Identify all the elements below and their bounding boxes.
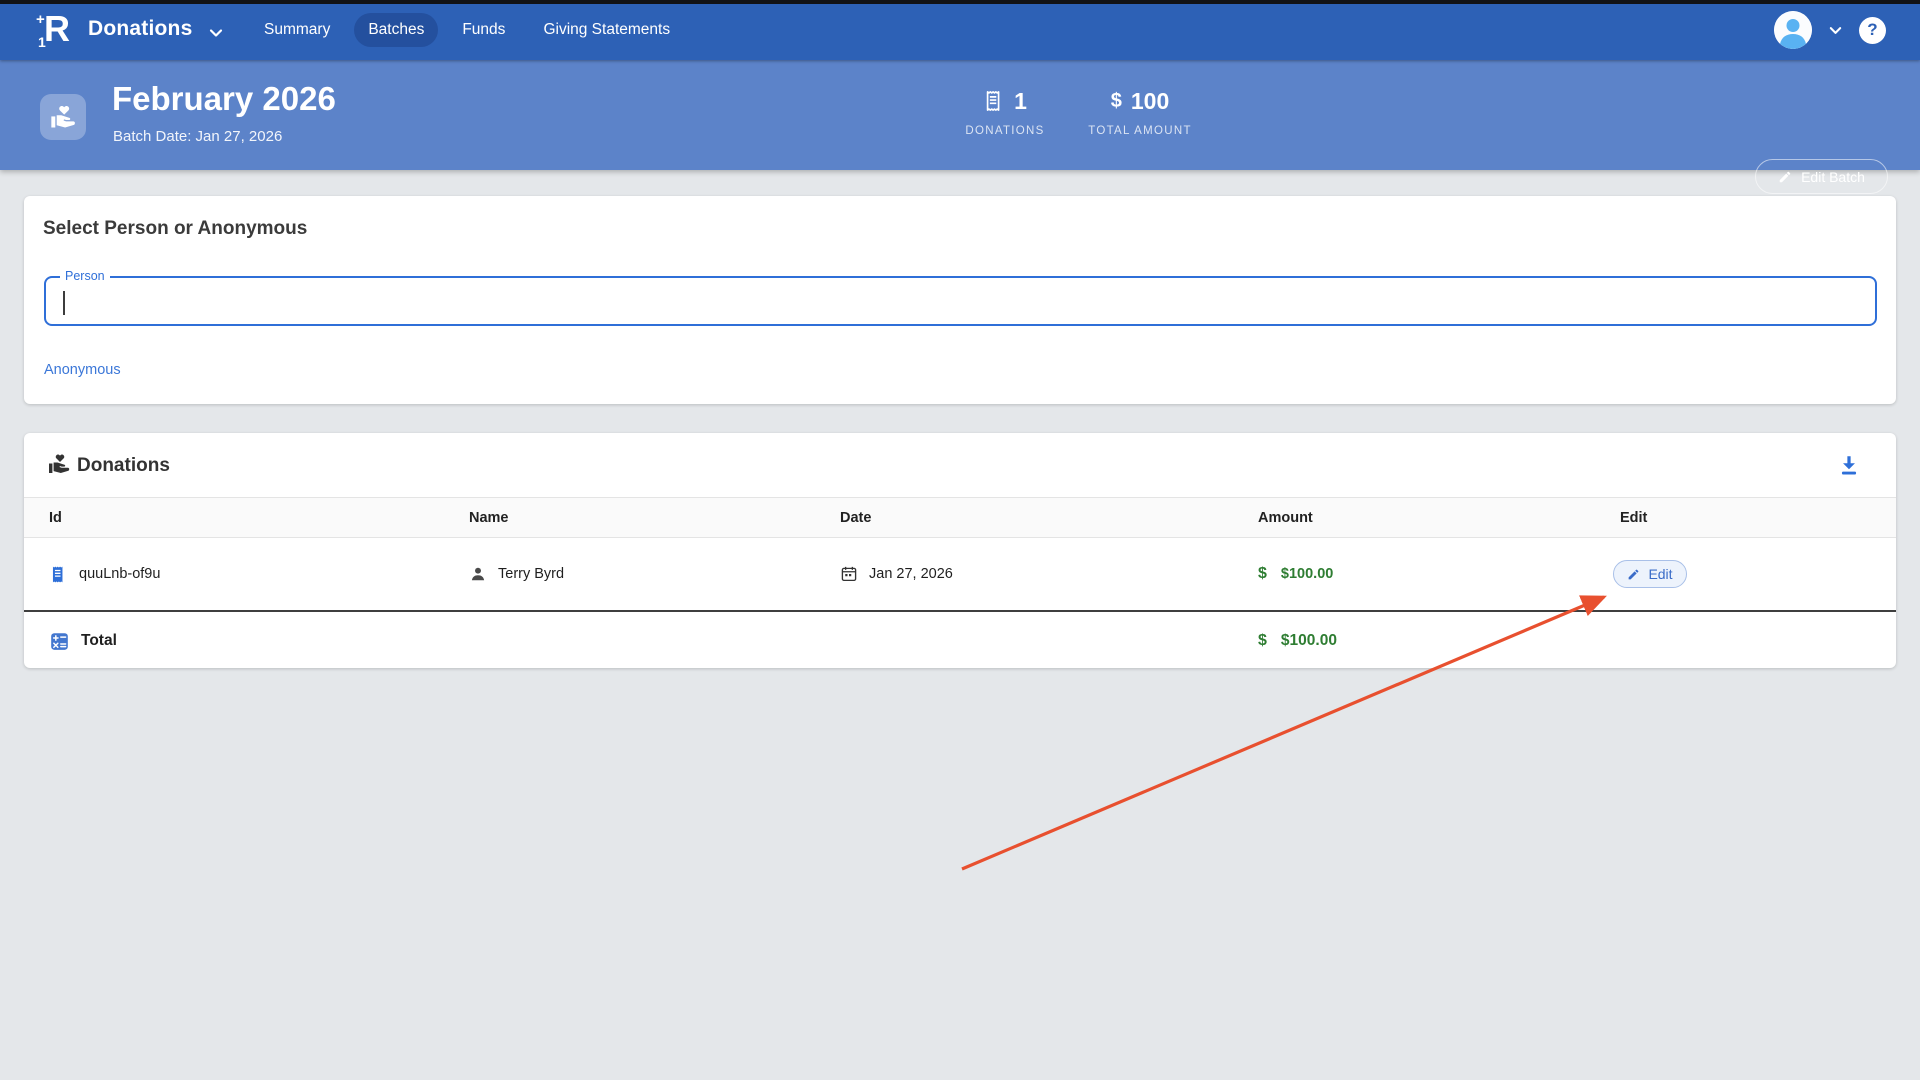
- tab-batches[interactable]: Batches: [354, 13, 438, 47]
- name-cell: Terry Byrd: [469, 565, 840, 583]
- stat-donations: 1 DONATIONS: [950, 86, 1060, 137]
- donation-id: quuLnb-of9u: [79, 566, 160, 582]
- app-title[interactable]: Donations: [88, 17, 192, 41]
- edit-batch-label: Edit Batch: [1801, 169, 1865, 185]
- donor-name: Terry Byrd: [498, 566, 564, 582]
- total-amount-cell: $ $100.00: [1258, 632, 1620, 650]
- batch-date: Batch Date: Jan 27, 2026: [113, 128, 282, 145]
- pencil-icon: [1778, 170, 1792, 184]
- stat-total-label: TOTAL AMOUNT: [1070, 125, 1210, 137]
- top-navbar: + R 1 Donations Summary Batches Funds Gi…: [0, 0, 1920, 60]
- dollar-icon: $: [1111, 90, 1122, 113]
- table-row[interactable]: quuLnb-of9u Terry Byrd Jan 27, 2026 $: [24, 538, 1896, 612]
- tab-summary[interactable]: Summary: [250, 13, 344, 47]
- avatar[interactable]: [1774, 11, 1812, 49]
- total-label-cell: Total: [49, 631, 469, 652]
- batch-title: February 2026: [112, 80, 336, 118]
- download-icon[interactable]: [1836, 453, 1862, 479]
- page: + R 1 Donations Summary Batches Funds Gi…: [0, 0, 1920, 1080]
- pencil-icon: [1627, 568, 1640, 581]
- edit-cell: Edit: [1620, 560, 1896, 588]
- person-icon: [469, 565, 487, 583]
- chevron-down-icon[interactable]: [1828, 23, 1843, 38]
- dollar-icon: $: [1258, 632, 1267, 650]
- amount-cell: $ $100.00: [1258, 565, 1620, 583]
- person-input[interactable]: [46, 278, 1875, 324]
- anonymous-link[interactable]: Anonymous: [44, 362, 121, 378]
- stat-donations-value: 1: [1014, 88, 1027, 115]
- table-header-row: Id Name Date Amount Edit: [24, 497, 1896, 538]
- col-header-name[interactable]: Name: [469, 510, 840, 526]
- dollar-icon: $: [1258, 565, 1267, 583]
- stat-total-value: 100: [1131, 88, 1169, 115]
- stat-donations-label: DONATIONS: [950, 125, 1060, 137]
- row-edit-button[interactable]: Edit: [1613, 560, 1687, 588]
- col-header-edit: Edit: [1620, 510, 1896, 526]
- donation-hand-heart-icon: [40, 94, 86, 140]
- date-cell: Jan 27, 2026: [840, 565, 1258, 583]
- receipt-icon: [983, 90, 1005, 112]
- select-card-title: Select Person or Anonymous: [43, 218, 307, 240]
- donations-card-header: Donations: [24, 433, 1896, 497]
- batch-header: February 2026 Batch Date: Jan 27, 2026 1…: [0, 60, 1920, 170]
- calculator-icon: [49, 631, 70, 652]
- donation-hand-heart-icon: [47, 452, 71, 476]
- select-person-card: Select Person or Anonymous Person Anonym…: [24, 196, 1896, 404]
- window-top-edge: [0, 0, 1920, 4]
- chevron-down-icon[interactable]: [208, 25, 224, 41]
- col-header-amount[interactable]: Amount: [1258, 510, 1620, 526]
- col-header-date[interactable]: Date: [840, 510, 1258, 526]
- tab-giving-statements[interactable]: Giving Statements: [529, 13, 684, 47]
- table-total-row: Total $ $100.00: [24, 614, 1896, 668]
- row-edit-label: Edit: [1648, 566, 1672, 582]
- total-amount: $100.00: [1281, 632, 1337, 650]
- edit-batch-button[interactable]: Edit Batch: [1755, 159, 1888, 194]
- stat-total-amount: $ 100 TOTAL AMOUNT: [1070, 86, 1210, 137]
- donations-card: Donations Id Name Date Amount Edit quuLn…: [24, 433, 1896, 668]
- calendar-icon: [840, 565, 858, 583]
- donation-date: Jan 27, 2026: [869, 566, 953, 582]
- logo-number: 1: [38, 34, 46, 50]
- id-cell: quuLnb-of9u: [49, 565, 469, 584]
- receipt-icon: [49, 565, 68, 584]
- person-input-wrapper: Person: [44, 276, 1877, 326]
- total-label: Total: [81, 632, 117, 650]
- nav-tabs: Summary Batches Funds Giving Statements: [250, 0, 684, 60]
- navbar-right-cluster: ?: [1774, 0, 1886, 60]
- col-header-id[interactable]: Id: [49, 510, 469, 526]
- app-logo-icon[interactable]: + R 1: [36, 10, 78, 52]
- donation-amount: $100.00: [1281, 566, 1333, 582]
- logo-letter: R: [44, 8, 70, 50]
- person-avatar-icon: [1774, 11, 1812, 49]
- tab-funds[interactable]: Funds: [448, 13, 519, 47]
- help-icon[interactable]: ?: [1859, 17, 1886, 44]
- donations-card-title: Donations: [77, 455, 170, 477]
